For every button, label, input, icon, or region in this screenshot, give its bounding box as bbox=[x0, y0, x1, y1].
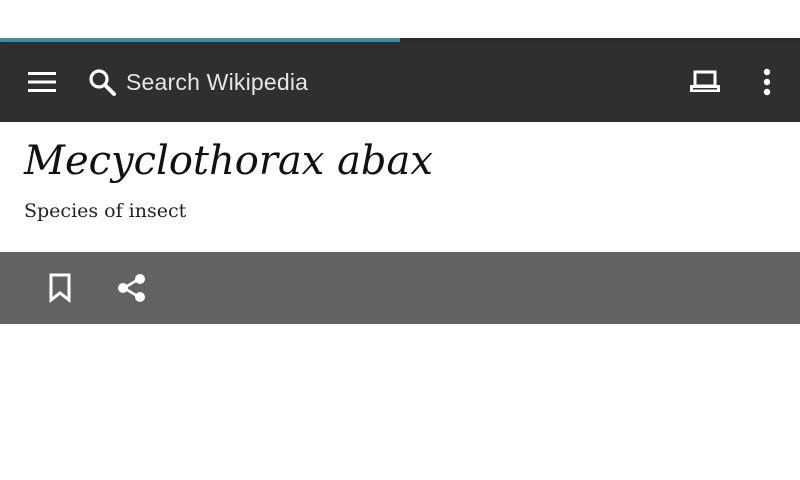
share-button[interactable] bbox=[108, 264, 156, 312]
hamburger-menu-icon bbox=[28, 72, 56, 92]
status-bar-area bbox=[0, 0, 800, 38]
navigation-menu-button[interactable] bbox=[18, 58, 66, 106]
article-title: Mecyclothorax abax bbox=[24, 138, 433, 184]
top-toolbar: Search Wikipedia bbox=[0, 42, 800, 122]
search-icon bbox=[82, 62, 122, 102]
search-placeholder: Search Wikipedia bbox=[126, 68, 309, 95]
search-bar[interactable]: Search Wikipedia bbox=[82, 58, 562, 106]
more-vert-icon bbox=[763, 68, 771, 96]
article-header: Mecyclothorax abax Species of insect bbox=[0, 122, 800, 252]
overflow-menu-button[interactable] bbox=[744, 58, 790, 106]
article-body-area bbox=[0, 324, 800, 480]
article-description: Species of insect bbox=[24, 200, 187, 222]
article-action-bar bbox=[0, 252, 800, 324]
tabs-icon bbox=[690, 70, 720, 92]
save-bookmark-button[interactable] bbox=[36, 264, 84, 312]
tabs-button[interactable] bbox=[680, 58, 730, 106]
bookmark-icon bbox=[49, 273, 71, 303]
share-icon bbox=[118, 274, 145, 302]
